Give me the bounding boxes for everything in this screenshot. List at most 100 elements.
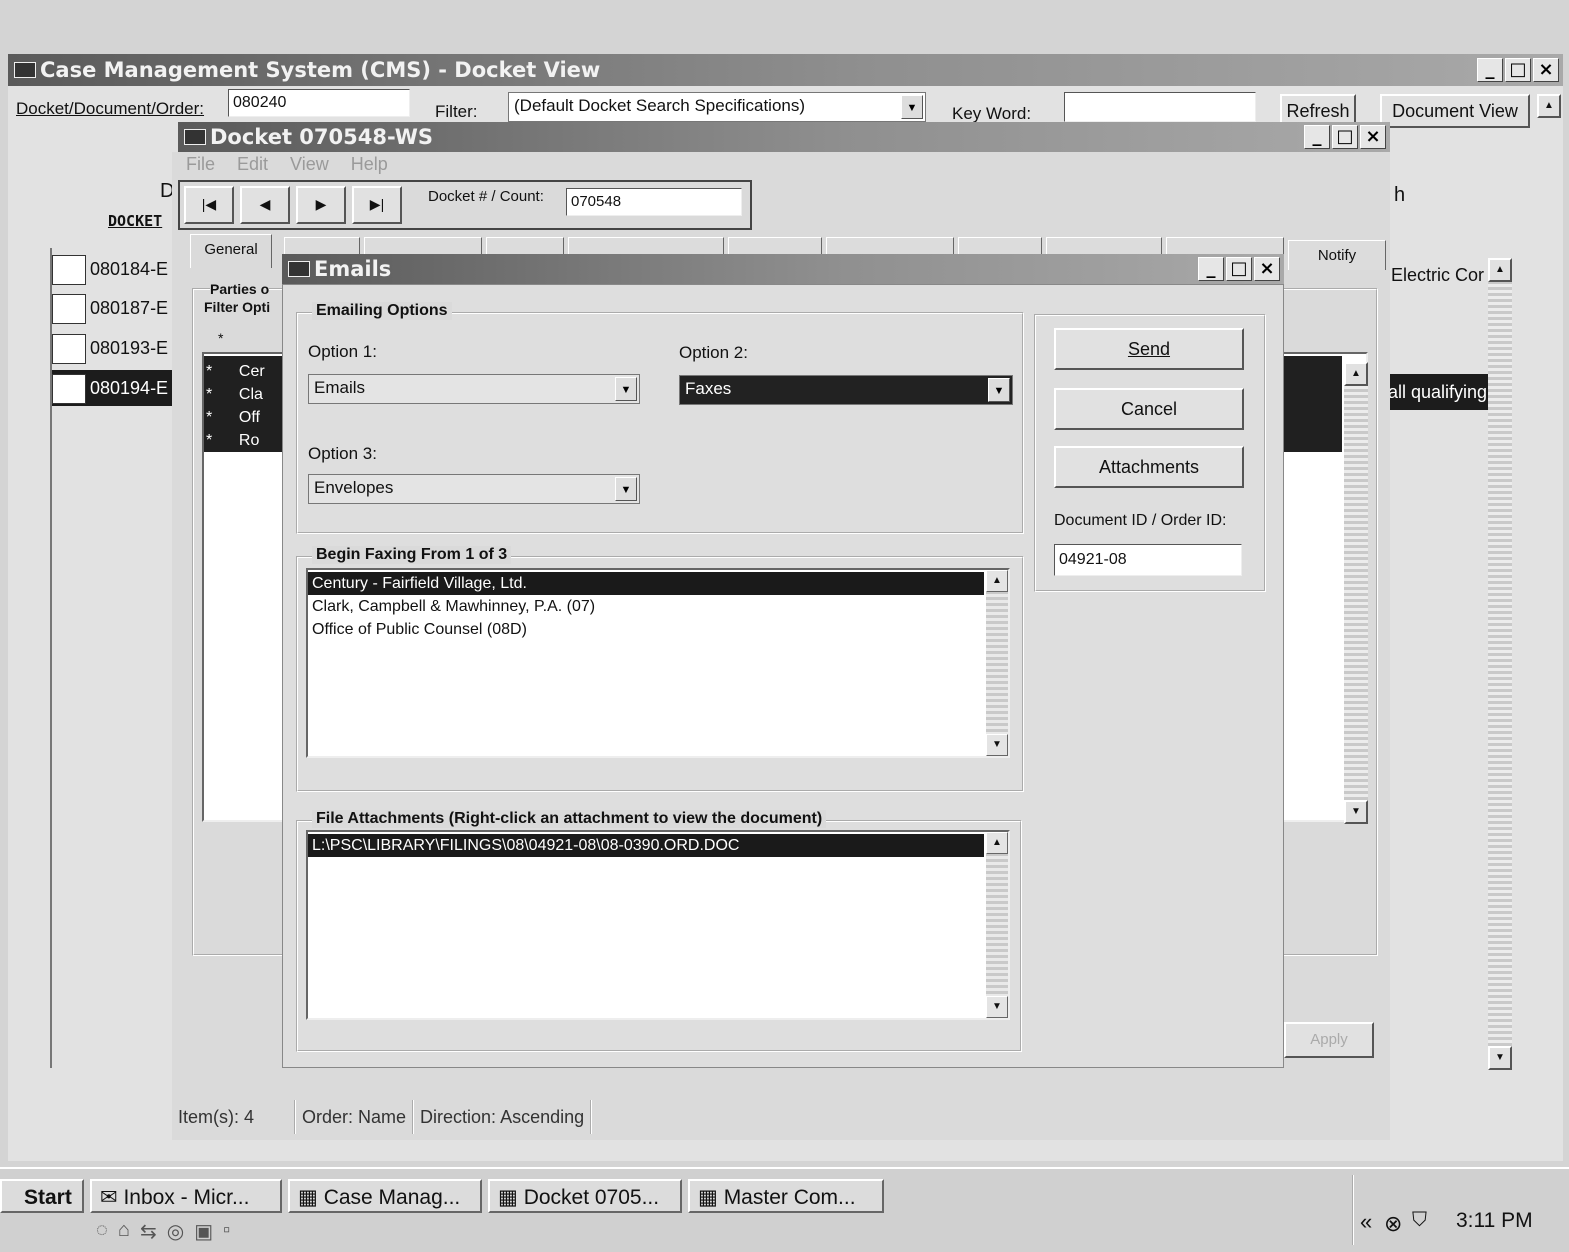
filter-dropdown[interactable]: (Default Docket Search Specifications) ▼ — [508, 92, 926, 122]
option3-dropdown[interactable]: Envelopes ▼ — [308, 474, 640, 504]
attachment-scrollbar[interactable]: ▲ ▼ — [986, 832, 1008, 1018]
scroll-down-arrow-icon[interactable]: ▼ — [986, 996, 1008, 1018]
next-record-icon[interactable]: ▶ — [296, 186, 346, 224]
recipient-list[interactable]: Century - Fairfield Village, Ltd. Clark,… — [306, 568, 1010, 758]
app-icon — [184, 129, 206, 145]
tab-notify[interactable]: Notify — [1288, 240, 1386, 270]
main-scroll-up[interactable]: ▲ — [1537, 94, 1561, 118]
task-label: Docket 0705... — [523, 1186, 660, 1209]
doc-id-input[interactable]: 04921-08 — [1054, 544, 1242, 576]
recipient-item[interactable]: Clark, Campbell & Mawhinney, P.A. (07) — [308, 595, 984, 618]
send-button-label: Send — [1127, 339, 1171, 359]
docket-row-desc: all qualifying — [1388, 382, 1488, 402]
start-button[interactable]: Start — [0, 1179, 84, 1213]
previous-record-icon[interactable]: ◀ — [240, 186, 290, 224]
minimize-button[interactable]: _ — [1477, 58, 1503, 82]
menu-edit[interactable]: Edit — [237, 154, 268, 178]
browser-icon[interactable]: ◌ — [96, 1219, 108, 1244]
party-mark: * — [206, 363, 213, 380]
party-name: Cer — [238, 363, 265, 380]
scroll-down-arrow-icon[interactable]: ▼ — [1488, 1046, 1512, 1070]
close-button[interactable]: × — [1533, 58, 1559, 82]
first-record-icon[interactable]: |◀ — [184, 186, 234, 224]
recipient-item[interactable]: Century - Fairfield Village, Ltd. — [308, 572, 984, 595]
doc-id-label: Document ID / Order ID: — [1054, 512, 1227, 529]
envelope-icon: ✉ — [100, 1186, 124, 1209]
docket-row-id: 080194-E — [90, 378, 169, 398]
scroll-up-arrow-icon[interactable]: ▲ — [1344, 362, 1368, 386]
task-label: Case Manag... — [323, 1186, 461, 1209]
task-master[interactable]: ▦ Master Com... — [688, 1179, 884, 1213]
taskbar: Start ✉ Inbox - Micr... ▦ Case Manag... … — [0, 1167, 1569, 1252]
chevron-down-icon[interactable]: ▼ — [615, 377, 637, 401]
task-inbox[interactable]: ✉ Inbox - Micr... — [90, 1179, 282, 1213]
filter-value: (Default Docket Search Specifications) — [514, 96, 806, 115]
chevron-down-icon[interactable]: ▼ — [901, 95, 923, 119]
main-titlebar: Case Management System (CMS) - Docket Vi… — [8, 54, 1563, 86]
folder-icon — [52, 294, 86, 325]
tray-status-icon[interactable]: ⊗ — [1384, 1211, 1402, 1237]
minimize-button[interactable]: _ — [1304, 125, 1330, 149]
network-icon[interactable]: ⇆ — [140, 1219, 157, 1244]
scroll-up-arrow-icon[interactable]: ▲ — [1488, 258, 1512, 282]
menu-help[interactable]: Help — [351, 154, 388, 178]
page-icon[interactable]: ▫ — [223, 1219, 230, 1244]
minimize-button[interactable]: _ — [1198, 257, 1224, 281]
lock-icon[interactable]: ⌂ — [118, 1219, 130, 1244]
document-view-button[interactable]: Document View — [1380, 94, 1530, 128]
star-indicator: * — [218, 330, 224, 346]
maximize-button[interactable]: □ — [1332, 125, 1358, 149]
scroll-down-arrow-icon[interactable]: ▼ — [1344, 800, 1368, 824]
docket-row-selected[interactable]: 080194-E — [52, 370, 182, 406]
chevron-down-icon[interactable]: ▼ — [615, 477, 637, 501]
tray-security-icon[interactable]: ⛉ — [1412, 1209, 1427, 1232]
close-button[interactable]: × — [1360, 125, 1386, 149]
keyword-input[interactable] — [1064, 92, 1256, 122]
party-mark: * — [206, 409, 213, 426]
app-icon: ▦ — [498, 1186, 524, 1209]
attachment-list[interactable]: L:\PSC\LIBRARY\FILINGS\08\04921-08\08-03… — [306, 830, 1010, 1020]
maximize-button[interactable]: □ — [1226, 257, 1252, 281]
docket-row[interactable]: 080187-E — [52, 290, 168, 326]
clock: 3:11 PM — [1456, 1209, 1533, 1232]
last-record-icon[interactable]: ▶| — [352, 186, 402, 224]
tray-chevron[interactable]: « — [1360, 1209, 1372, 1235]
docket-search-input[interactable]: 080240 — [228, 89, 410, 117]
menu-view[interactable]: View — [290, 154, 329, 178]
send-button[interactable]: Send — [1054, 328, 1244, 370]
main-list-scrollbar[interactable]: ▲ ▼ — [1488, 258, 1512, 1070]
task-label: Inbox - Micr... — [123, 1186, 250, 1209]
scroll-down-arrow-icon[interactable]: ▼ — [986, 734, 1008, 756]
option2-dropdown[interactable]: Faxes ▼ — [679, 375, 1013, 405]
recipient-item[interactable]: Office of Public Counsel (08D) — [308, 618, 984, 641]
scroll-up-arrow-icon[interactable]: ▲ — [986, 570, 1008, 592]
task-docket[interactable]: ▦ Docket 0705... — [488, 1179, 682, 1213]
party-name: Off — [238, 409, 260, 426]
docket-count-label: Docket # / Count: — [428, 188, 544, 205]
apply-button[interactable]: Apply — [1284, 1022, 1374, 1058]
globe-icon[interactable]: ◎ — [167, 1219, 184, 1244]
docket-titlebar: Docket 070548-WS _ □ × — [178, 122, 1390, 152]
header-partial-right: h — [1394, 184, 1406, 206]
parties-label: Parties o — [210, 281, 270, 297]
attachment-item[interactable]: L:\PSC\LIBRARY\FILINGS\08\04921-08\08-03… — [308, 834, 984, 857]
close-button[interactable]: × — [1254, 257, 1280, 281]
attachments-button[interactable]: Attachments — [1054, 446, 1244, 488]
docket-row[interactable]: 080193-E — [52, 330, 168, 366]
docket-count-input[interactable]: 070548 — [566, 188, 742, 216]
document-icon[interactable]: ▣ — [194, 1219, 213, 1244]
docket-column-header: DOCKET — [108, 212, 163, 230]
cancel-button[interactable]: Cancel — [1054, 388, 1244, 430]
scroll-up-arrow-icon[interactable]: ▲ — [986, 832, 1008, 854]
option1-dropdown[interactable]: Emails ▼ — [308, 374, 640, 404]
status-items: Item(s): 4 — [172, 1100, 296, 1134]
chevron-down-icon[interactable]: ▼ — [988, 378, 1010, 402]
parties-scrollbar[interactable]: ▲ ▼ — [1344, 362, 1368, 824]
recipient-scrollbar[interactable]: ▲ ▼ — [986, 570, 1008, 756]
docket-row[interactable]: 080184-E — [52, 251, 168, 287]
task-case-management[interactable]: ▦ Case Manag... — [288, 1179, 482, 1213]
maximize-button[interactable]: □ — [1505, 58, 1531, 82]
party-row[interactable]: * Cer * Cla * Off * Ro — [206, 360, 265, 452]
tab-general[interactable]: General — [190, 234, 272, 268]
menu-file[interactable]: File — [186, 154, 215, 178]
